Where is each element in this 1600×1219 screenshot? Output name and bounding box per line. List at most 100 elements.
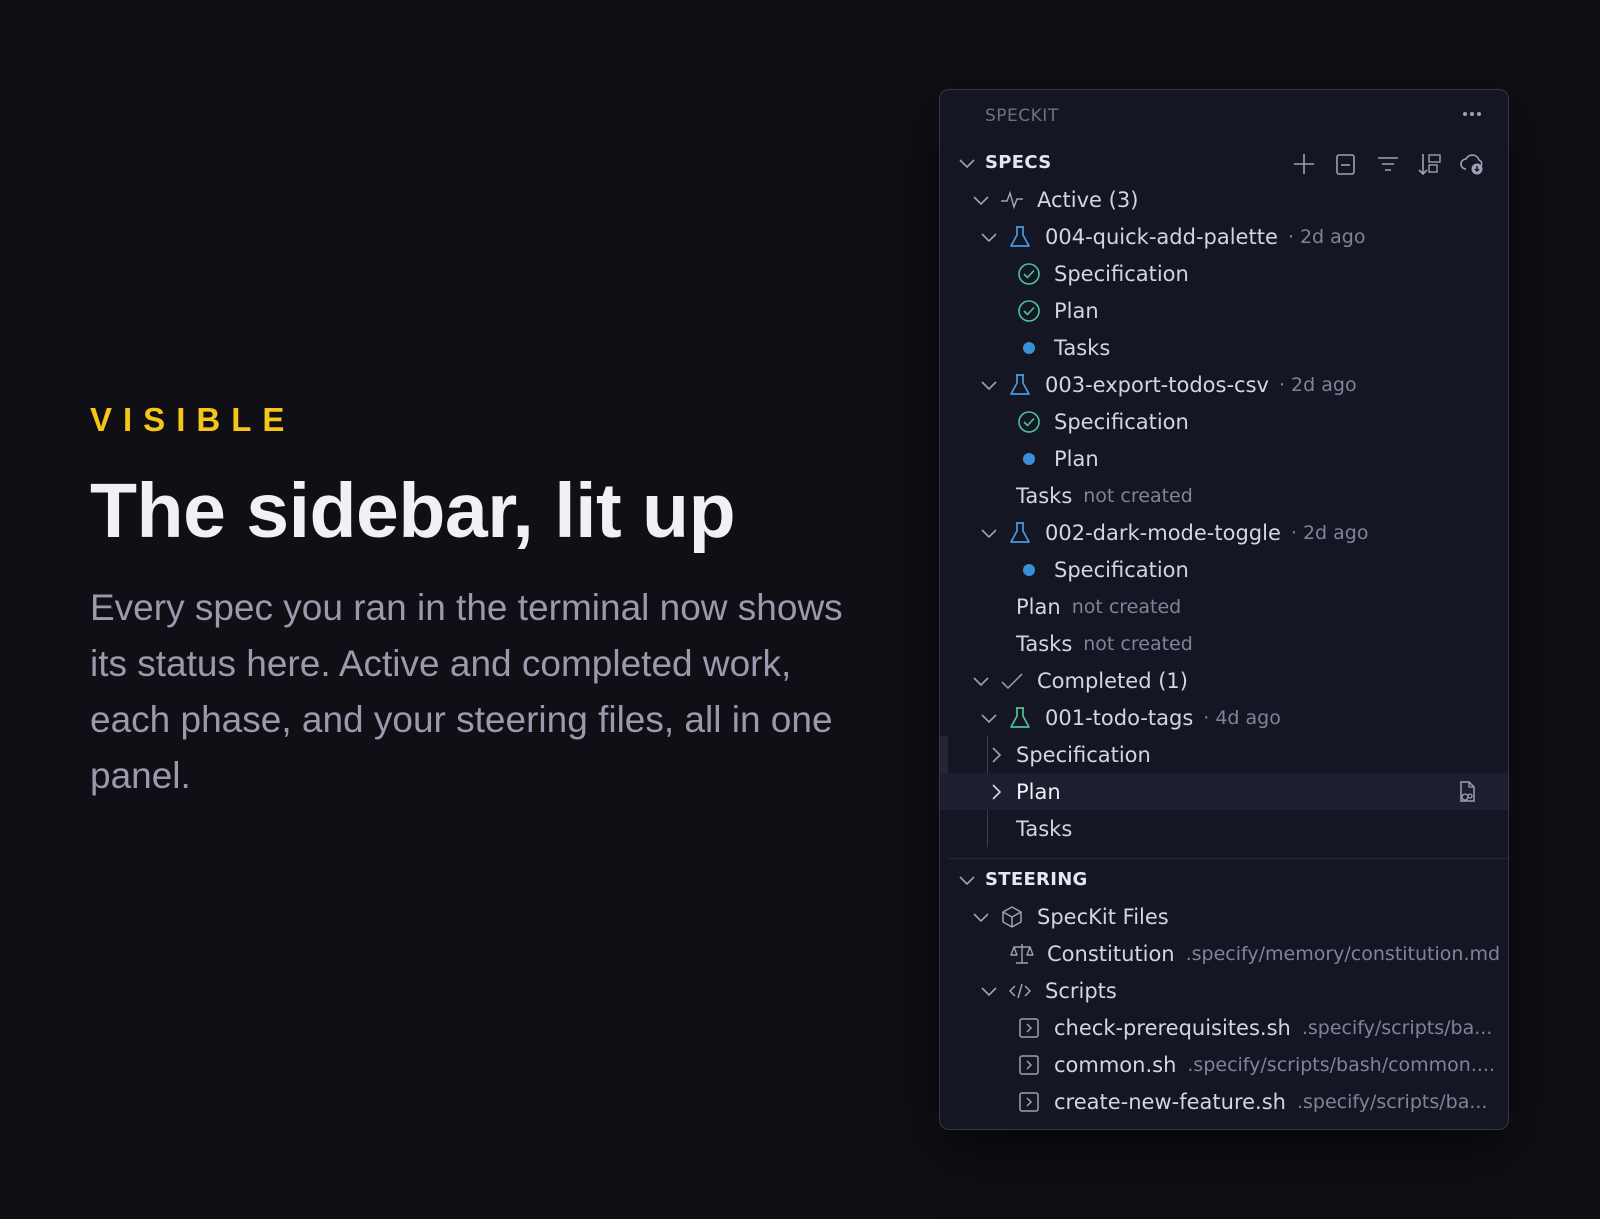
- steering-section-label: STEERING: [985, 869, 1088, 890]
- spec-item[interactable]: 004-quick-add-palette · 2d ago: [940, 218, 1508, 255]
- spec-item[interactable]: 001-todo-tags · 4d ago: [940, 699, 1508, 736]
- flask-icon: [1007, 372, 1033, 398]
- specs-section-label: SPECS: [985, 152, 1052, 173]
- chevron-down-icon: [978, 374, 1000, 396]
- panel-title: SPECKIT: [985, 106, 1059, 126]
- phase-label: Tasks: [1016, 816, 1073, 841]
- not-created-note: not created: [1083, 632, 1193, 655]
- in-progress-dot-icon: [1016, 335, 1042, 361]
- script-name: common.sh: [1054, 1052, 1177, 1077]
- script-item[interactable]: common.sh .specify/scripts/bash/common..…: [940, 1046, 1508, 1083]
- cloud-download-icon[interactable]: [1458, 150, 1486, 178]
- spec-name: 004-quick-add-palette: [1045, 224, 1278, 249]
- chevron-down-icon: [956, 869, 978, 891]
- phase-item[interactable]: Plan: [940, 440, 1508, 477]
- check-circle-icon: [1016, 261, 1042, 287]
- hero: VISIBLE The sidebar, lit up Every spec y…: [90, 400, 870, 804]
- script-path: .specify/scripts/ba...: [1301, 1016, 1493, 1039]
- speckit-files-group[interactable]: SpecKit Files: [940, 898, 1508, 935]
- filter-icon[interactable]: [1374, 150, 1402, 178]
- scripts-group[interactable]: Scripts: [940, 972, 1508, 1009]
- code-icon: [1007, 978, 1033, 1004]
- pulse-icon: [999, 187, 1025, 213]
- chevron-down-icon: [978, 707, 1000, 729]
- chevron-down-icon: [970, 906, 992, 928]
- script-name: check-prerequisites.sh: [1054, 1015, 1291, 1040]
- phase-item[interactable]: Specification: [940, 736, 1508, 773]
- phase-label: Specification: [1054, 557, 1189, 582]
- chevron-down-icon: [956, 152, 978, 174]
- phase-label: Plan: [1054, 446, 1099, 471]
- completed-group[interactable]: Completed (1): [940, 662, 1508, 699]
- phase-label: Tasks: [1016, 631, 1073, 656]
- phase-label: Tasks: [1016, 483, 1073, 508]
- spec-name: 001-todo-tags: [1045, 705, 1194, 730]
- scale-icon: [1009, 941, 1035, 967]
- constitution-item[interactable]: Constitution .specify/memory/constitutio…: [940, 935, 1508, 972]
- spec-age: · 2d ago: [1287, 225, 1366, 248]
- phase-label: Plan: [1016, 779, 1061, 804]
- spec-name: 003-export-todos-csv: [1045, 372, 1269, 397]
- chevron-down-icon: [978, 980, 1000, 1002]
- phase-label: Specification: [1054, 409, 1189, 434]
- collapse-all-icon[interactable]: [1332, 150, 1360, 178]
- phase-label: Specification: [1016, 742, 1151, 767]
- hero-description: Every spec you ran in the terminal now s…: [90, 587, 843, 796]
- sort-icon[interactable]: [1416, 150, 1444, 178]
- open-file-icon[interactable]: [1454, 779, 1480, 805]
- check-circle-icon: [1016, 409, 1042, 435]
- spec-item[interactable]: 003-export-todos-csv · 2d ago: [940, 366, 1508, 403]
- spec-age: · 2d ago: [1290, 521, 1369, 544]
- chevron-down-icon: [978, 522, 1000, 544]
- check-circle-icon: [1016, 298, 1042, 324]
- steering-section-header[interactable]: STEERING: [940, 861, 1508, 898]
- in-progress-dot-icon: [1016, 446, 1042, 472]
- speckit-sidebar-panel: SPECKIT SPECS Active (3) 004-quick-add-p…: [939, 89, 1509, 1130]
- phase-label: Plan: [1054, 298, 1099, 323]
- section-divider: [948, 858, 1508, 859]
- phase-item[interactable]: Tasks not created: [940, 625, 1508, 662]
- spec-age: · 2d ago: [1278, 373, 1357, 396]
- chevron-down-icon: [970, 189, 992, 211]
- flask-icon: [1007, 705, 1033, 731]
- panel-header: SPECKIT: [940, 90, 1508, 140]
- constitution-path: .specify/memory/constitution.md: [1185, 942, 1501, 965]
- script-item[interactable]: create-new-feature.sh .specify/scripts/b…: [940, 1083, 1508, 1120]
- flask-icon: [1007, 520, 1033, 546]
- phase-item[interactable]: Specification: [940, 551, 1508, 588]
- script-path: .specify/scripts/bash/common....: [1187, 1053, 1496, 1076]
- phase-label: Specification: [1054, 261, 1189, 286]
- add-icon[interactable]: [1290, 150, 1318, 178]
- active-group[interactable]: Active (3): [940, 181, 1508, 218]
- eyebrow-label: VISIBLE: [90, 401, 296, 438]
- not-created-note: not created: [1071, 595, 1182, 618]
- phase-item[interactable]: Plan: [940, 292, 1508, 329]
- specs-toolbar: [1290, 150, 1486, 178]
- constitution-label: Constitution: [1047, 941, 1175, 966]
- terminal-file-icon: [1016, 1052, 1042, 1078]
- phase-item-selected[interactable]: Plan: [940, 773, 1508, 810]
- script-item[interactable]: check-prerequisites.sh .specify/scripts/…: [940, 1009, 1508, 1046]
- headline: The sidebar, lit up: [90, 468, 736, 554]
- in-progress-dot-icon: [1016, 557, 1042, 583]
- terminal-file-icon: [1016, 1015, 1042, 1041]
- phase-item[interactable]: Plan not created: [940, 588, 1508, 625]
- phase-item[interactable]: Specification: [940, 403, 1508, 440]
- phase-item[interactable]: Tasks: [940, 329, 1508, 366]
- phase-item[interactable]: Specification: [940, 255, 1508, 292]
- completed-group-label: Completed (1): [1037, 668, 1188, 693]
- package-icon: [999, 904, 1025, 930]
- terminal-file-icon: [1016, 1089, 1042, 1115]
- chevron-right-icon: [985, 744, 1007, 766]
- not-created-note: not created: [1083, 484, 1193, 507]
- phase-item[interactable]: Tasks not created: [940, 477, 1508, 514]
- scripts-label: Scripts: [1045, 978, 1117, 1003]
- more-actions-icon[interactable]: [1458, 100, 1486, 128]
- spec-age: · 4d ago: [1203, 706, 1281, 729]
- phase-item[interactable]: Tasks: [940, 810, 1508, 847]
- spec-item[interactable]: 002-dark-mode-toggle · 2d ago: [940, 514, 1508, 551]
- active-group-label: Active (3): [1037, 187, 1139, 212]
- check-icon: [999, 668, 1025, 694]
- script-path: .specify/scripts/ba...: [1296, 1090, 1488, 1113]
- spec-name: 002-dark-mode-toggle: [1045, 520, 1281, 545]
